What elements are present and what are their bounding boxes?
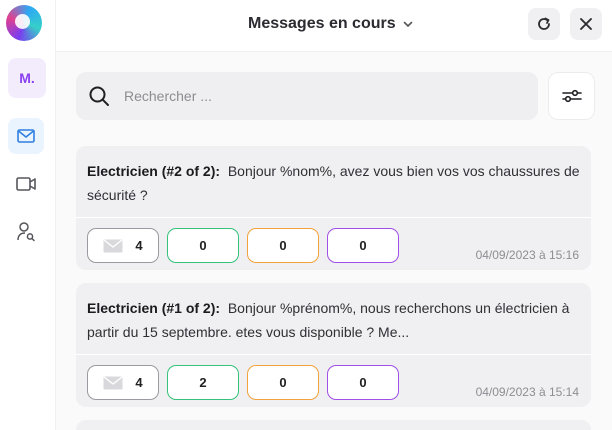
card-divider <box>76 354 591 355</box>
orange-count-badge[interactable]: 0 <box>247 228 319 263</box>
green-count: 0 <box>199 238 207 253</box>
user-search-icon <box>17 222 35 242</box>
purple-count: 0 <box>359 238 367 253</box>
search-bar <box>76 72 538 120</box>
green-count: 2 <box>199 375 207 390</box>
message-title: Electricien (#2 of 2): <box>87 163 221 179</box>
envelope-icon <box>103 375 123 389</box>
orange-count-badge[interactable]: 0 <box>247 365 319 400</box>
purple-count-badge[interactable]: 0 <box>327 228 399 263</box>
header: Messages en cours <box>56 0 612 52</box>
chevron-down-icon <box>403 21 412 28</box>
message-card[interactable]: Electricien (#1 of 2): Bonjour %prénom%,… <box>76 283 591 407</box>
mail-icon <box>17 129 35 143</box>
orange-count: 0 <box>279 375 287 390</box>
sent-count: 4 <box>135 238 143 253</box>
page-title: Messages en cours <box>248 15 396 32</box>
orange-count: 0 <box>279 238 287 253</box>
app-logo[interactable] <box>6 5 42 41</box>
user-avatar[interactable]: M. <box>8 58 46 98</box>
card-divider <box>76 217 591 218</box>
message-text: Electricien (#1 of 2): Bonjour %prénom%,… <box>87 296 582 344</box>
filter-button[interactable] <box>548 72 595 120</box>
search-input[interactable] <box>124 88 504 104</box>
message-card[interactable]: Electricien (#2 of 2): Bonjour %nom%, av… <box>76 146 591 270</box>
sidebar-item-mail[interactable] <box>8 118 44 154</box>
green-count-badge[interactable]: 0 <box>167 228 239 263</box>
sidebar-item-video[interactable] <box>8 166 44 202</box>
refresh-button[interactable] <box>528 8 560 40</box>
envelope-icon <box>103 238 123 252</box>
main-panel: Messages en cours Rechercher ... Electri… <box>56 0 612 430</box>
message-date: 04/09/2023 à 15:16 <box>475 248 579 262</box>
sent-count: 4 <box>135 375 143 390</box>
video-icon <box>16 177 36 191</box>
message-text: Electricien (#2 of 2): Bonjour %nom%, av… <box>87 159 582 207</box>
sidebar: M. <box>0 0 56 430</box>
sent-count-badge[interactable]: 4 <box>87 228 159 263</box>
message-card[interactable] <box>76 420 591 430</box>
close-icon <box>580 18 592 30</box>
sent-count-badge[interactable]: 4 <box>87 365 159 400</box>
sliders-icon <box>561 89 582 103</box>
purple-count: 0 <box>359 375 367 390</box>
green-count-badge[interactable]: 2 <box>167 365 239 400</box>
message-title: Electricien (#1 of 2): <box>87 300 221 316</box>
user-initials: M. <box>19 70 35 86</box>
search-icon <box>89 86 109 106</box>
refresh-icon <box>538 17 550 30</box>
purple-count-badge[interactable]: 0 <box>327 365 399 400</box>
sidebar-item-contacts[interactable] <box>8 214 44 250</box>
close-button[interactable] <box>570 8 602 40</box>
page-title-dropdown[interactable]: Messages en cours <box>248 15 414 33</box>
message-date: 04/09/2023 à 15:14 <box>475 385 579 399</box>
